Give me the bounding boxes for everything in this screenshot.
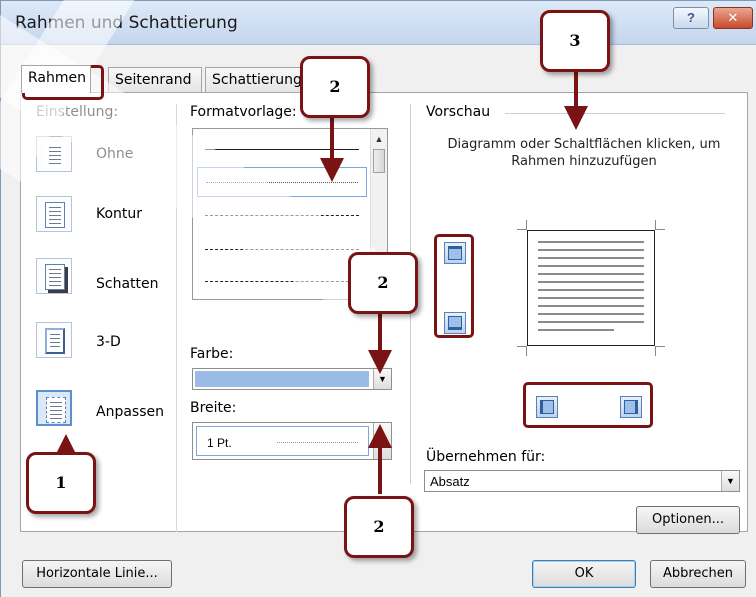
corner-mark <box>655 220 665 230</box>
setting-anpassen-button[interactable] <box>36 390 72 426</box>
callout-3: 3 <box>540 10 610 72</box>
formatvorlage-header: Formatvorlage: <box>190 104 297 120</box>
options-button[interactable]: Optionen... <box>636 506 740 534</box>
tab-rahmen[interactable]: Rahmen <box>21 65 91 93</box>
preview-hint: Diagramm oder Schaltflächen klicken, um … <box>447 137 721 169</box>
line-style-dash-dot[interactable] <box>197 267 367 297</box>
callout-2-middle: 2 <box>348 252 418 314</box>
column-divider <box>176 104 177 532</box>
preview-header: Vorschau <box>426 104 491 120</box>
setting-ohne-label: Ohne <box>96 146 134 162</box>
setting-3d-label: 3-D <box>96 334 121 350</box>
ok-button[interactable]: OK <box>532 560 636 588</box>
width-line-sample <box>277 442 358 443</box>
line-style-dashed-small[interactable] <box>197 201 367 231</box>
line-style-solid[interactable] <box>197 135 367 165</box>
width-value-box: 1 Pt. <box>196 426 369 456</box>
dialog-title: Rahmen und Schattierung <box>15 13 238 33</box>
setting-ohne-button[interactable] <box>36 136 72 172</box>
setting-anpassen-label: Anpassen <box>96 404 164 420</box>
apply-to-value: Absatz <box>430 474 470 489</box>
preview-header-rule <box>505 113 725 114</box>
callout-2-bottom: 2 <box>344 496 414 558</box>
callout-2-top: 2 <box>300 56 370 118</box>
breite-label: Breite: <box>190 400 237 416</box>
setting-schatten-label: Schatten <box>96 276 159 292</box>
tab-schattierung[interactable]: Schattierung <box>205 67 305 93</box>
horizontal-line-button[interactable]: Horizontale Linie... <box>22 560 172 588</box>
cancel-button[interactable]: Abbrechen <box>650 560 746 588</box>
3d-border-icon <box>45 328 65 354</box>
corner-mark <box>655 346 665 356</box>
callout-1: 1 <box>26 452 96 514</box>
line-style-dashed-large[interactable] <box>197 235 367 265</box>
tab-seitenrand[interactable]: Seitenrand <box>108 67 202 93</box>
help-button[interactable]: ? <box>673 7 709 29</box>
chevron-down-icon[interactable]: ▼ <box>721 471 739 491</box>
setting-schatten-button[interactable] <box>36 258 72 294</box>
apply-to-label: Übernehmen für: <box>426 449 546 465</box>
color-swatch <box>195 371 369 387</box>
preview-diagram[interactable] <box>527 230 655 346</box>
setting-kontur-label: Kontur <box>96 206 143 222</box>
annotation-box-side-buttons <box>434 234 474 338</box>
farbe-label: Farbe: <box>190 346 234 362</box>
width-value: 1 Pt. <box>207 436 232 450</box>
title-bar: Rahmen und Schattierung ? ✕ <box>1 1 756 45</box>
corner-mark <box>517 220 527 230</box>
apply-to-dropdown[interactable]: Absatz ▼ <box>424 470 740 492</box>
line-style-dotted-selected[interactable] <box>197 167 367 197</box>
shadow-border-icon <box>45 264 65 290</box>
chevron-down-icon[interactable]: ▼ <box>373 423 391 459</box>
corner-mark <box>517 346 527 356</box>
box-border-icon <box>45 202 65 228</box>
custom-border-icon <box>46 397 66 423</box>
color-dropdown[interactable]: ▼ <box>192 368 392 390</box>
einstellung-header: Einstellung: <box>36 104 119 120</box>
scroll-up-icon[interactable]: ▲ <box>371 131 387 147</box>
setting-3d-button[interactable] <box>36 322 72 358</box>
setting-kontur-button[interactable] <box>36 196 72 232</box>
chevron-down-icon[interactable]: ▼ <box>373 369 391 389</box>
scroll-thumb[interactable] <box>373 149 385 173</box>
annotation-box-bottom-buttons <box>523 382 653 428</box>
close-button[interactable]: ✕ <box>713 7 753 29</box>
no-border-icon <box>45 142 65 168</box>
width-dropdown[interactable]: 1 Pt. ▼ <box>192 422 392 460</box>
